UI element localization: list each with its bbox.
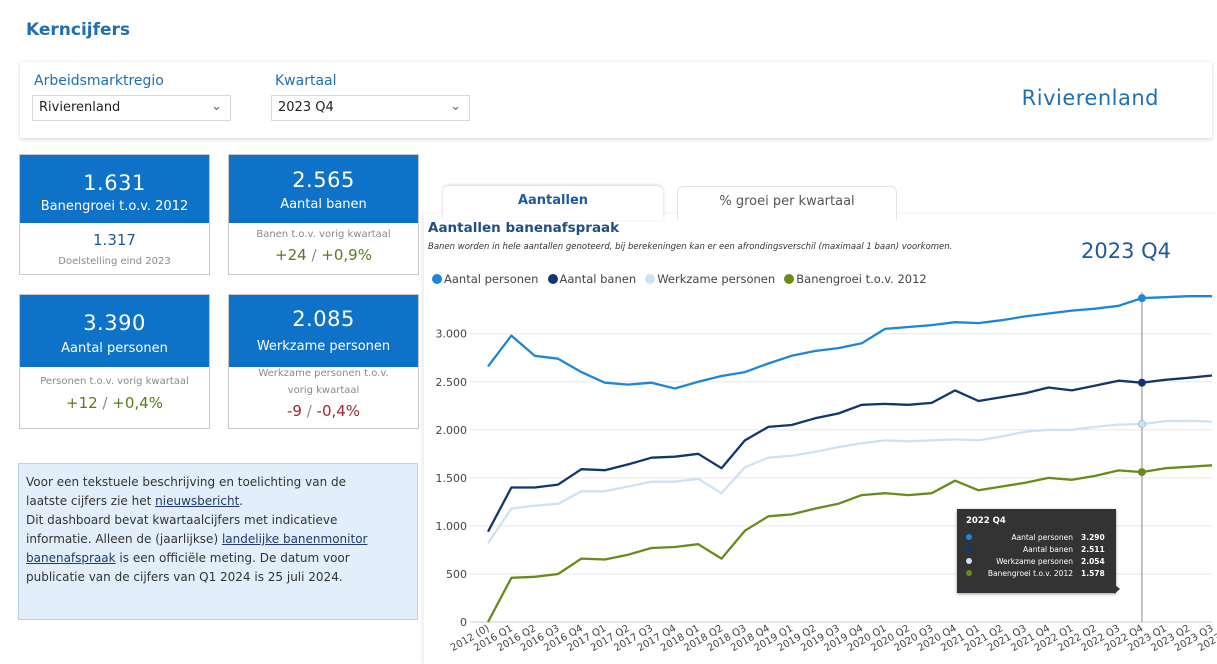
highlight-point[interactable] — [1137, 420, 1146, 429]
tooltip-row: Aantal banen 2.511 — [966, 543, 1107, 555]
highlight-point[interactable] — [1137, 468, 1146, 477]
tooltip-label: Aantal personen — [1011, 532, 1073, 542]
tooltip-dot-icon — [966, 546, 972, 552]
y-tick-label: 500 — [446, 568, 467, 581]
tooltip-row: Aantal personen 3.290 — [966, 531, 1107, 543]
tooltip-row: Werkzame personen 2.054 — [966, 555, 1107, 567]
tooltip-row: Banengroei t.o.v. 2012 1.578 — [966, 567, 1107, 579]
y-tick-label: 2.500 — [436, 376, 468, 389]
tooltip-value: 1.578 — [1081, 568, 1105, 578]
tooltip-dot-icon — [966, 534, 972, 540]
tooltip-dot-icon — [966, 558, 972, 564]
series-line-0[interactable] — [487, 295, 1212, 390]
highlight-point[interactable] — [1137, 378, 1146, 387]
tooltip-value: 3.290 — [1081, 532, 1105, 542]
y-tick-label: 1.500 — [436, 472, 468, 485]
tooltip-title: 2022 Q4 — [966, 516, 1006, 526]
tooltip-dot-icon — [966, 570, 972, 576]
highlight-point[interactable] — [1137, 294, 1146, 303]
tooltip-value: 2.511 — [1081, 544, 1105, 554]
chart-tooltip: 2022 Q4 Aantal personen 3.290 Aantal banen… — [957, 509, 1116, 593]
tooltip-label: Aantal banen — [1023, 544, 1073, 554]
y-tick-label: 1.000 — [436, 520, 468, 533]
tooltip-label: Banengroei t.o.v. 2012 — [987, 568, 1073, 578]
tooltip-arrow — [1114, 584, 1120, 594]
tooltip-label: Werkzame personen — [996, 556, 1073, 566]
y-tick-label: 2.000 — [436, 424, 468, 437]
tooltip-value: 2.054 — [1081, 556, 1105, 566]
y-tick-label: 0 — [460, 616, 467, 629]
y-tick-label: 3.000 — [436, 328, 468, 341]
